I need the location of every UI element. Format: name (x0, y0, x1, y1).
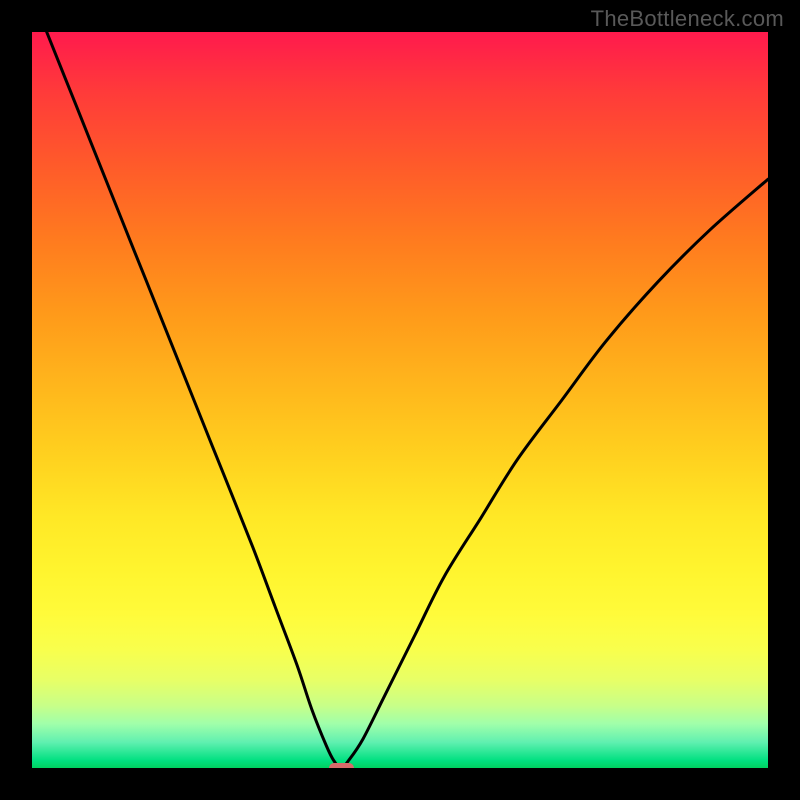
plot-area (32, 32, 768, 768)
chart-frame: TheBottleneck.com (0, 0, 800, 800)
watermark-text: TheBottleneck.com (591, 6, 784, 32)
minimum-marker (329, 763, 354, 768)
curve-layer (32, 32, 768, 768)
bottleneck-curve (47, 32, 768, 768)
